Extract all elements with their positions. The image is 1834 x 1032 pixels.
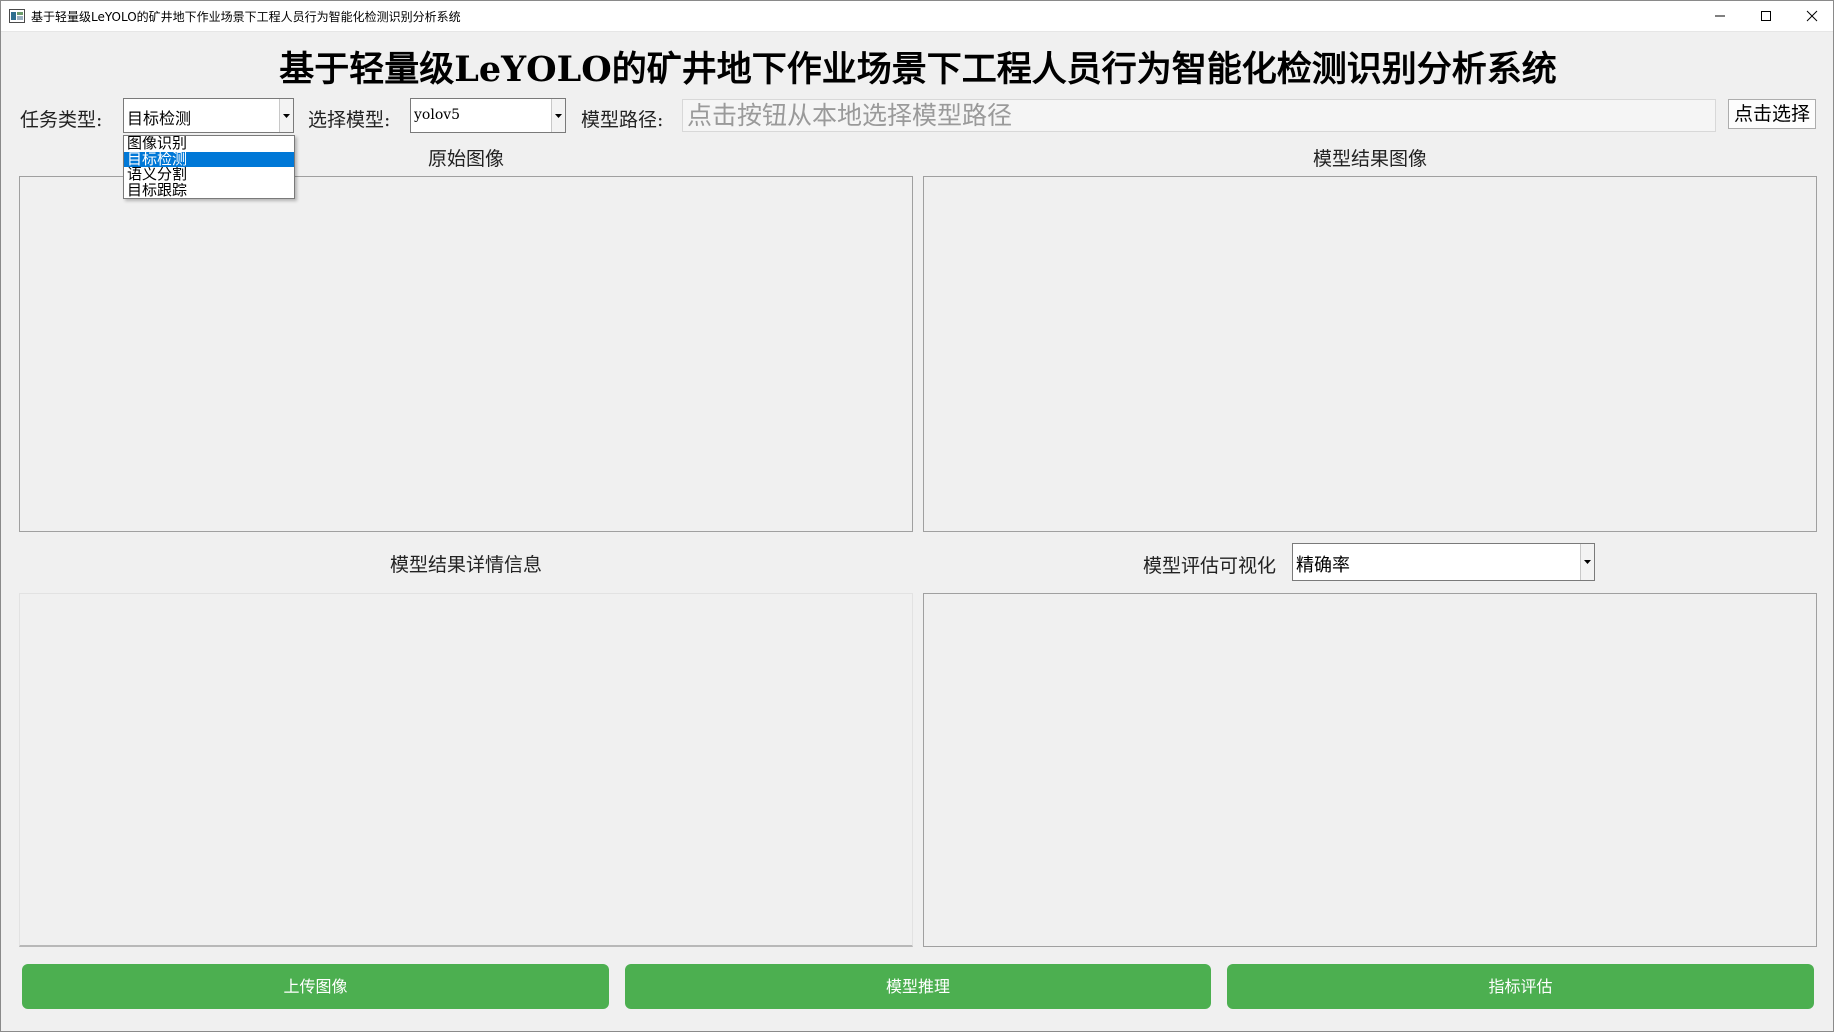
model-path-label: 模型路径: xyxy=(581,109,664,131)
task-type-label: 任务类型: xyxy=(20,109,103,131)
close-icon xyxy=(1806,10,1818,22)
eval-metric-select[interactable]: 精确率 xyxy=(1292,543,1595,581)
original-image-panel xyxy=(19,176,913,532)
model-path-input[interactable] xyxy=(682,99,1716,132)
window-title: 基于轻量级LeYOLO的矿井地下作业场景下工程人员行为智能化检测识别分析系统 xyxy=(31,10,461,24)
page-title: 基于轻量级LeYOLO的矿井地下作业场景下工程人员行为智能化检测识别分析系统 xyxy=(279,49,1557,90)
task-type-select[interactable]: 目标检测 xyxy=(123,98,294,133)
close-button[interactable] xyxy=(1789,1,1834,31)
result-details-label: 模型结果详情信息 xyxy=(389,554,542,576)
maximize-icon xyxy=(1761,11,1771,21)
chevron-down-icon xyxy=(555,113,562,118)
result-image-panel xyxy=(923,176,1817,532)
task-type-dropdown-button[interactable] xyxy=(279,99,293,132)
model-select-label: 选择模型: xyxy=(308,109,391,131)
app-icon xyxy=(9,9,25,23)
result-image-label: 模型结果图像 xyxy=(1312,148,1427,170)
chevron-down-icon xyxy=(1584,560,1591,564)
title-bar: 基于轻量级LeYOLO的矿井地下作业场景下工程人员行为智能化检测识别分析系统 xyxy=(1,1,1833,32)
dropdown-option-selected[interactable]: 目标检测 xyxy=(124,151,294,167)
model-select-value: yolov5 xyxy=(414,107,461,123)
maximize-button[interactable] xyxy=(1743,1,1789,31)
dropdown-option[interactable]: 图像识别 xyxy=(124,136,294,152)
chevron-down-icon xyxy=(283,113,290,118)
eval-visualization-label: 模型评估可视化 xyxy=(1143,555,1277,577)
task-type-dropdown-list: 图像识别 目标检测 语义分割 目标跟踪 xyxy=(123,135,295,199)
eval-visualization-panel xyxy=(923,593,1817,947)
dropdown-option[interactable]: 目标跟踪 xyxy=(124,183,294,199)
app-window: 基于轻量级LeYOLO的矿井地下作业场景下工程人员行为智能化检测识别分析系统 基… xyxy=(0,0,1834,1032)
metric-evaluation-button[interactable]: 指标评估 xyxy=(1227,964,1814,1009)
model-select[interactable]: yolov5 xyxy=(410,98,566,133)
model-inference-button[interactable]: 模型推理 xyxy=(625,964,1211,1009)
upload-image-button[interactable]: 上传图像 xyxy=(22,964,609,1009)
eval-metric-dropdown-button[interactable] xyxy=(1580,544,1594,580)
result-details-panel xyxy=(19,593,913,947)
choose-model-button[interactable]: 点击选择 xyxy=(1728,99,1816,129)
minimize-icon xyxy=(1715,15,1725,17)
dropdown-option[interactable]: 语义分割 xyxy=(124,167,294,183)
minimize-button[interactable] xyxy=(1697,1,1743,31)
model-dropdown-button[interactable] xyxy=(551,99,565,132)
task-type-value: 目标检测 xyxy=(127,109,192,128)
eval-metric-value: 精确率 xyxy=(1296,555,1350,576)
